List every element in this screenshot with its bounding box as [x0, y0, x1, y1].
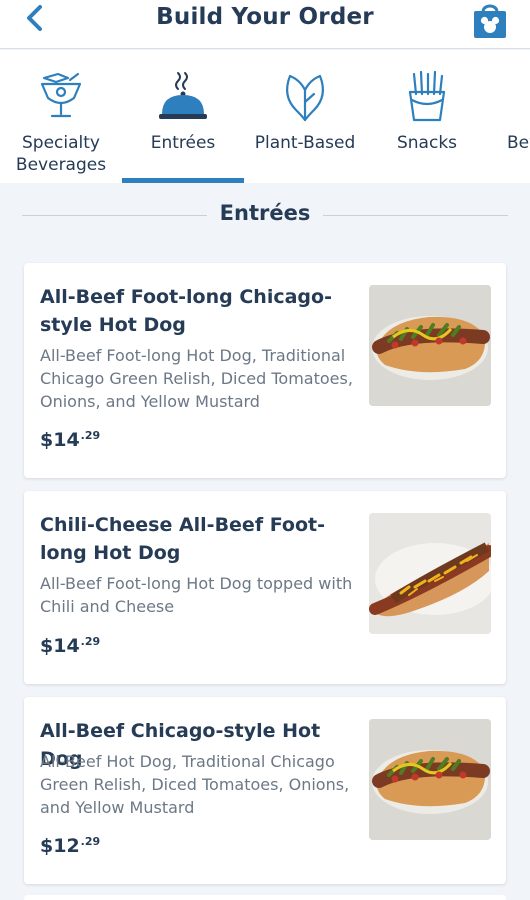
- item-price: $14.29: [40, 429, 100, 451]
- item-description: All-Beef Foot-long Hot Dog, Traditional …: [40, 346, 353, 411]
- tab-label-line1: Bev: [507, 133, 530, 153]
- price-dollars: $14: [40, 635, 80, 657]
- tab-plant-based[interactable]: Plant-Based: [244, 50, 366, 183]
- menu-item-card-partial: [24, 895, 506, 900]
- menu-item-card[interactable]: All-Beef Chicago-style Hot Dog All-Beef …: [24, 697, 506, 884]
- item-price: $12.29: [40, 835, 100, 857]
- price-cents: .29: [80, 835, 101, 848]
- tab-beverages[interactable]: Bev: [488, 50, 530, 183]
- active-tab-indicator: [122, 178, 244, 183]
- item-name: All-Beef Foot-long Chicago-style Hot Dog: [40, 286, 332, 336]
- tab-specialty-beverages[interactable]: Specialty Beverages: [0, 50, 122, 183]
- chicago-hot-dog-image: [369, 285, 491, 406]
- price-dollars: $12: [40, 835, 80, 857]
- tab-label-line1: Entrées: [150, 133, 216, 153]
- section-heading: Entrées: [22, 200, 508, 230]
- shopping-bag-icon: [474, 4, 506, 38]
- header-bar: Build Your Order: [0, 0, 530, 49]
- fries-icon: [408, 70, 446, 122]
- menu-item-card[interactable]: All-Beef Foot-long Chicago-style Hot Dog…: [24, 263, 506, 478]
- beverage-icon: [524, 70, 530, 124]
- section-title: Entrées: [219, 201, 311, 225]
- tab-label-line2: Beverages: [15, 155, 107, 175]
- tab-label-line1: Plant-Based: [254, 133, 356, 153]
- cloche-icon: [159, 72, 207, 119]
- shopping-bag-button[interactable]: [472, 1, 508, 39]
- item-price: $14.29: [40, 635, 100, 657]
- price-dollars: $14: [40, 429, 80, 451]
- item-description: All-Beef Foot-long Hot Dog topped with C…: [40, 574, 353, 616]
- price-cents: .29: [80, 635, 101, 648]
- tab-entrees[interactable]: Entrées: [122, 50, 244, 183]
- menu-item-card[interactable]: Chili-Cheese All-Beef Foot-long Hot Dog …: [24, 491, 506, 684]
- page-title: Build Your Order: [156, 4, 374, 30]
- specialty-beverage-icon: [40, 72, 82, 118]
- divider: [323, 215, 508, 216]
- category-tabs: Specialty Beverages Entrées Plant-Based …: [0, 50, 530, 183]
- item-name: Chili-Cheese All-Beef Foot-long Hot Dog: [40, 514, 325, 564]
- tab-snacks[interactable]: Snacks: [366, 50, 488, 183]
- tab-label-line1: Snacks: [396, 133, 458, 153]
- tab-label-line1: Specialty: [22, 133, 100, 153]
- leaf-icon: [285, 74, 325, 122]
- chili-cheese-hot-dog-image: [369, 513, 491, 634]
- price-cents: .29: [80, 429, 101, 442]
- chicago-hot-dog-image: [369, 719, 491, 840]
- item-description: All-Beef Hot Dog, Traditional Chicago Gr…: [40, 752, 350, 817]
